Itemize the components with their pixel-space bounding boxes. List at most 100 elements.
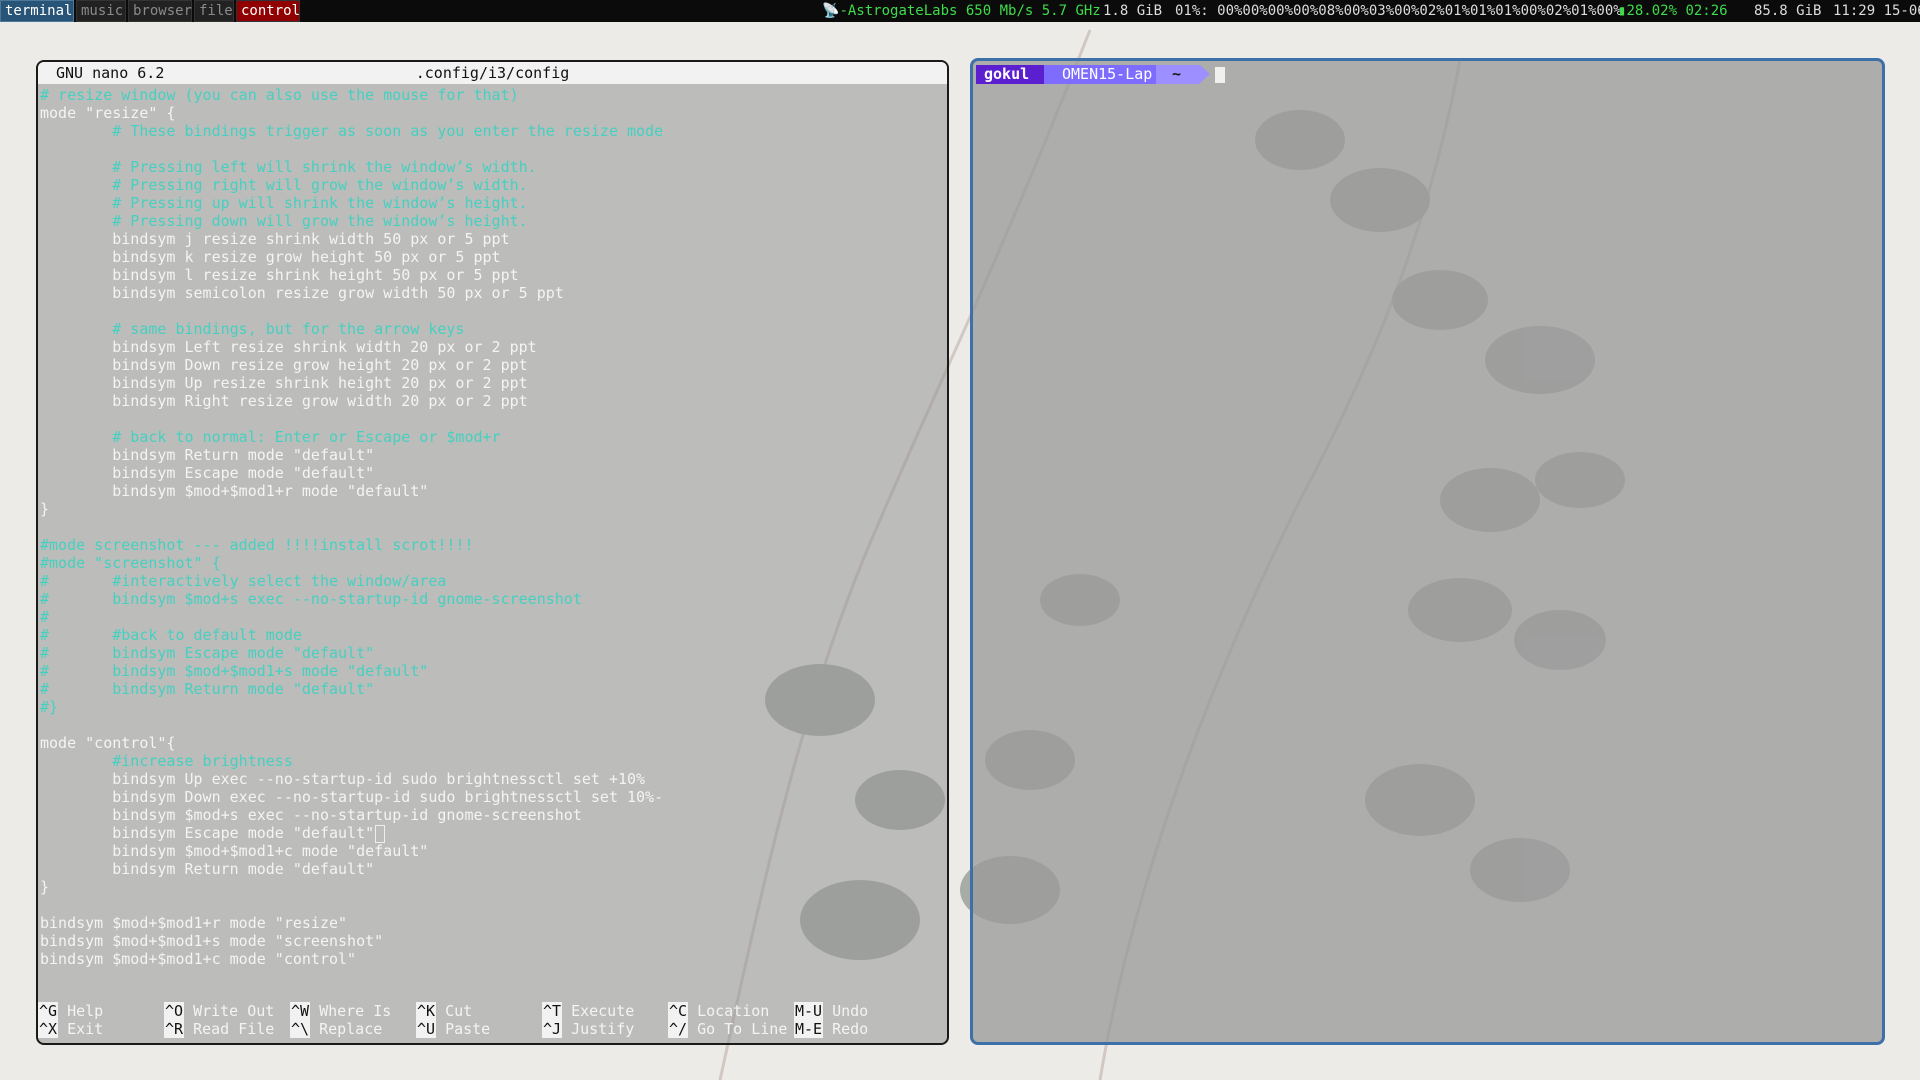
nano-shortcut-bar: ^G Help ^X Exit ^O Write Out ^R Read File ^W Wher… xyxy=(38,1002,947,1042)
shortcut-read-file[interactable]: ^R Read File xyxy=(164,1020,274,1038)
memory-status: 1.8 GiB xyxy=(1103,3,1163,19)
shortcut-label: Write Out xyxy=(193,1002,275,1020)
code-line-text: bindsym Left resize shrink width 20 px o… xyxy=(40,338,537,356)
terminal-window[interactable]: gokul OMEN15-Lap ~ xyxy=(970,58,1885,1045)
workspace-music[interactable]: music xyxy=(76,0,126,22)
code-comment-line: # Pressing right will grow the window’s … xyxy=(38,176,947,194)
shortcut-key: ^U xyxy=(416,1020,437,1038)
clock: 11:29 15-06 xyxy=(1833,3,1920,19)
code-line-text: bindsym Up resize shrink height 20 px or… xyxy=(40,374,528,392)
code-comment-line: #mode screenshot --- added !!!!install s… xyxy=(38,536,947,554)
code-line-text: bindsym $mod+$mod1+r mode "default" xyxy=(40,482,429,500)
workspace-browser[interactable]: browser xyxy=(128,0,192,22)
code-line: bindsym Escape mode "default" xyxy=(38,824,947,843)
shortcut-key: ^/ xyxy=(668,1020,689,1038)
code-line-text: # Pressing up will shrink the window’s h… xyxy=(40,194,528,212)
code-comment-line: #mode "screenshot" { xyxy=(38,554,947,572)
shortcut-key: ^T xyxy=(542,1002,563,1020)
code-line-text: #mode screenshot --- added !!!!install s… xyxy=(40,536,474,554)
shortcut-go-to-line[interactable]: ^/ Go To Line xyxy=(668,1020,787,1038)
code-line-text: bindsym $mod+$mod1+c mode "control" xyxy=(40,950,357,968)
shortcut-label: Justify xyxy=(571,1020,635,1038)
code-line: bindsym Left resize shrink width 20 px o… xyxy=(38,338,947,356)
shortcut-key: ^\ xyxy=(290,1020,311,1038)
workspace-terminal[interactable]: terminal xyxy=(0,0,74,22)
workspace-control[interactable]: control xyxy=(236,0,300,22)
shortcut-key: ^J xyxy=(542,1020,563,1038)
i3-status-bar: terminal music browser file control 📡-As… xyxy=(0,0,1920,22)
shortcut-key: M-E xyxy=(794,1020,824,1038)
code-line-text: # #back to default mode xyxy=(40,626,302,644)
shortcut-redo[interactable]: M-E Redo xyxy=(794,1020,868,1038)
wifi-icon: 📡 xyxy=(822,3,840,19)
wifi-status: 📡-AstrogateLabs 650 Mb/s 5.7 GHz xyxy=(822,0,1101,22)
code-line-text: # Pressing left will shrink the window’s… xyxy=(40,158,537,176)
code-line: bindsym Down exec --no-startup-id sudo b… xyxy=(38,788,947,806)
code-line-text: # Pressing down will grow the window’s h… xyxy=(40,212,528,230)
shortcut-label: Undo xyxy=(832,1002,869,1020)
code-comment-line: # Pressing down will grow the window’s h… xyxy=(38,212,947,230)
code-line: bindsym $mod+$mod1+r mode "resize" xyxy=(38,914,947,932)
code-line: bindsym semicolon resize grow width 50 p… xyxy=(38,284,947,302)
battery-status-text: 28.02% 02:26 xyxy=(1626,3,1728,19)
shortcut-label: Execute xyxy=(571,1002,635,1020)
shortcut-key: ^X xyxy=(38,1020,59,1038)
code-line-text: # Pressing right will grow the window’s … xyxy=(40,176,528,194)
code-line: bindsym $mod+s exec --no-startup-id gnom… xyxy=(38,806,947,824)
shortcut-undo[interactable]: M-U Undo xyxy=(794,1002,868,1020)
nano-editor-buffer[interactable]: # resize window (you can also use the mo… xyxy=(38,86,947,968)
code-line-text: # resize window (you can also use the mo… xyxy=(40,86,519,104)
code-line-text: bindsym semicolon resize grow width 50 p… xyxy=(40,284,564,302)
code-line-text: bindsym Escape mode "default" xyxy=(40,824,375,842)
code-line-text: # xyxy=(40,608,50,626)
code-line-text: bindsym Down exec --no-startup-id sudo b… xyxy=(40,788,664,806)
code-line: bindsym k resize grow height 50 px or 5 … xyxy=(38,248,947,266)
code-line-text: # #interactively select the window/area xyxy=(40,572,447,590)
shortcut-key: ^C xyxy=(668,1002,689,1020)
code-comment-line: # bindsym $mod+s exec --no-startup-id gn… xyxy=(38,590,947,608)
code-comment-line: # These bindings trigger as soon as you … xyxy=(38,122,947,140)
prompt-host: OMEN15-Lap xyxy=(1044,65,1156,84)
code-line: } xyxy=(38,878,947,896)
shortcut-label: Cut xyxy=(445,1002,473,1020)
code-line-text: bindsym Return mode "default" xyxy=(40,860,375,878)
shortcut-where-is[interactable]: ^W Where Is xyxy=(290,1002,391,1020)
shortcut-label: Paste xyxy=(445,1020,491,1038)
code-line: bindsym l resize shrink height 50 px or … xyxy=(38,266,947,284)
code-line: bindsym Escape mode "default" xyxy=(38,464,947,482)
code-line-text: bindsym k resize grow height 50 px or 5 … xyxy=(40,248,501,266)
text-cursor xyxy=(375,824,386,843)
workspace-file[interactable]: file xyxy=(194,0,234,22)
shortcut-execute[interactable]: ^T Execute xyxy=(542,1002,634,1020)
code-line-text: bindsym Down resize grow height 20 px or… xyxy=(40,356,528,374)
shortcut-cut[interactable]: ^K Cut xyxy=(416,1002,472,1020)
shortcut-location[interactable]: ^C Location xyxy=(668,1002,769,1020)
code-line: bindsym Return mode "default" xyxy=(38,446,947,464)
code-line-text: #mode "screenshot" { xyxy=(40,554,221,572)
prompt-dir: ~ xyxy=(1156,65,1200,84)
code-line: bindsym j resize shrink width 50 px or 5… xyxy=(38,230,947,248)
code-line-text: bindsym Up exec --no-startup-id sudo bri… xyxy=(40,770,646,788)
nano-window[interactable]: GNU nano 6.2 .config/i3/config # resize … xyxy=(36,60,949,1045)
shortcut-replace[interactable]: ^\ Replace xyxy=(290,1020,382,1038)
shortcut-label: Help xyxy=(67,1002,104,1020)
code-line-text: # back to normal: Enter or Escape or $mo… xyxy=(40,428,501,446)
shortcut-write-out[interactable]: ^O Write Out xyxy=(164,1002,274,1020)
shortcut-exit[interactable]: ^X Exit xyxy=(38,1020,103,1038)
shortcut-key: M-U xyxy=(794,1002,824,1020)
nano-filename: .config/i3/config xyxy=(415,64,570,82)
code-line: bindsym Return mode "default" xyxy=(38,860,947,878)
code-comment-line: # Pressing up will shrink the window’s h… xyxy=(38,194,947,212)
shortcut-paste[interactable]: ^U Paste xyxy=(416,1020,490,1038)
shortcut-help[interactable]: ^G Help xyxy=(38,1002,103,1020)
shortcut-key: ^O xyxy=(164,1002,185,1020)
code-line: bindsym Up resize shrink height 20 px or… xyxy=(38,374,947,392)
wifi-status-text: -AstrogateLabs 650 Mb/s 5.7 GHz xyxy=(839,3,1101,19)
shortcut-justify[interactable]: ^J Justify xyxy=(542,1020,634,1038)
